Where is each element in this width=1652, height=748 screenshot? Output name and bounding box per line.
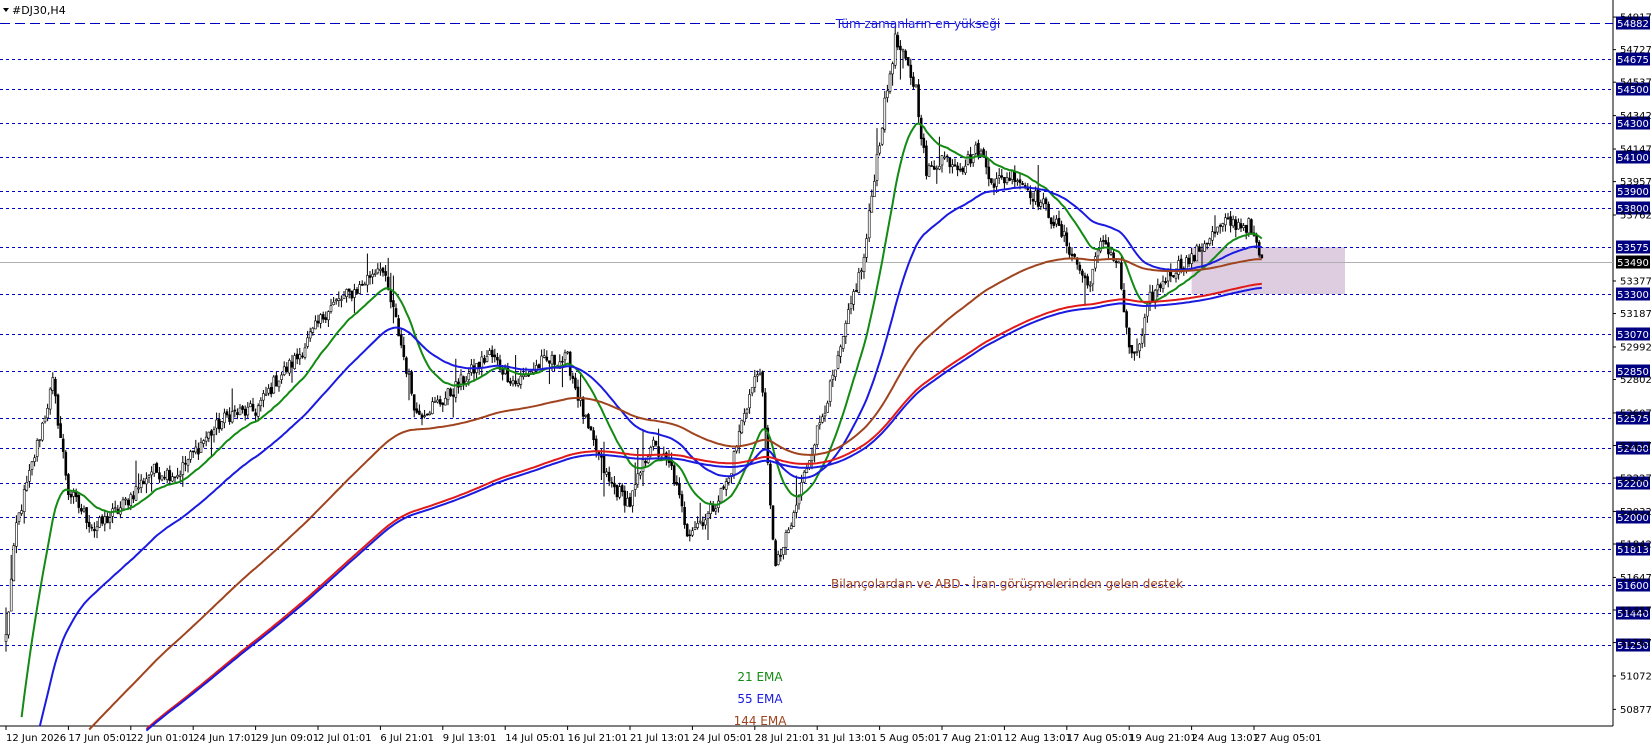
chart-background — [0, 0, 1652, 748]
ema144-label: 144 EMA — [734, 714, 788, 728]
x-tick-label: 21 Jul 13:01 — [630, 733, 690, 744]
x-tick-label: 2 Jul 01:01 — [318, 733, 372, 744]
ath-annotation: Tüm zamanların en yükseği — [835, 17, 1001, 31]
x-tick-label: 24 Jul 05:01 — [692, 733, 752, 744]
y-tick-label: 51842 — [1620, 540, 1652, 551]
support-annotation: Bilançolardan ve ABD - İran görüşmelerin… — [831, 576, 1183, 591]
y-tick-label: 51457 — [1620, 605, 1652, 616]
x-tick-label: 5 Aug 05:01 — [880, 733, 941, 744]
x-tick-label: 9 Jul 13:01 — [443, 733, 497, 744]
x-tick-label: 17 Aug 05:01 — [1067, 733, 1134, 744]
candle — [410, 369, 413, 396]
y-tick-label: 51267 — [1620, 638, 1652, 649]
y-tick-label: 51072 — [1620, 671, 1652, 682]
candle — [1192, 254, 1196, 263]
support-zone-layer — [1191, 247, 1345, 295]
y-tick-label: 53187 — [1620, 309, 1652, 320]
symbol-title: #DJ30,H4 — [12, 4, 66, 17]
candle — [917, 79, 920, 124]
candle — [719, 487, 723, 504]
candle — [449, 387, 452, 397]
candle — [589, 425, 593, 431]
y-tick-label: 52227 — [1620, 474, 1652, 485]
candle — [272, 375, 276, 394]
y-tick-label: 51647 — [1620, 573, 1652, 584]
y-tick-label: 52032 — [1620, 507, 1652, 518]
candle — [41, 421, 44, 442]
candle — [802, 470, 806, 484]
y-tick-label: 54917 — [1620, 13, 1652, 24]
candle — [815, 425, 819, 448]
candle — [1195, 243, 1199, 262]
y-tick-label: 52417 — [1620, 441, 1652, 452]
candle — [7, 611, 10, 639]
symbol-header[interactable]: #DJ30,H4 — [3, 4, 66, 17]
candle — [1257, 239, 1261, 258]
level-price-label: 54675 — [1617, 55, 1649, 66]
x-tick-label: 31 Jul 13:01 — [817, 733, 877, 744]
candle — [1260, 254, 1264, 259]
candle — [1047, 201, 1050, 219]
candle — [56, 393, 60, 429]
y-tick-label: 54147 — [1620, 145, 1652, 156]
candle — [672, 462, 676, 487]
x-tick-label: 29 Jun 09:01 — [256, 733, 320, 744]
candle — [587, 412, 590, 430]
x-tick-label: 27 Aug 05:01 — [1254, 733, 1321, 744]
y-tick-label: 52607 — [1620, 408, 1652, 419]
y-tick-label: 52802 — [1620, 375, 1652, 386]
x-tick-label: 16 Jul 21:01 — [568, 733, 628, 744]
ema55-label: 55 EMA — [737, 692, 783, 706]
x-tick-label: 28 Jul 21:01 — [755, 733, 815, 744]
current-price-label: 53490 — [1617, 258, 1649, 269]
y-tick-label: 54342 — [1620, 111, 1652, 122]
x-tick-label: 12 Aug 13:01 — [1004, 733, 1071, 744]
support-zone-box — [1191, 247, 1345, 295]
y-tick-label: 53377 — [1620, 276, 1652, 287]
candle — [774, 538, 777, 567]
candle — [906, 57, 910, 67]
candle — [888, 70, 892, 94]
x-tick-label: 6 Jul 21:01 — [380, 733, 434, 744]
price-chart[interactable]: 5488254675545005430054100539005380053575… — [0, 0, 1652, 748]
x-tick-label: 14 Jul 05:01 — [505, 733, 565, 744]
candle — [771, 505, 775, 541]
y-tick-label: 53762 — [1620, 211, 1652, 222]
y-tick-label: 54537 — [1620, 78, 1652, 89]
y-tick-label: 54727 — [1620, 45, 1652, 56]
candle — [12, 542, 16, 582]
candle — [792, 510, 796, 527]
x-tick-label: 7 Aug 21:01 — [942, 733, 1003, 744]
candle — [685, 523, 689, 538]
y-tick-label: 52992 — [1620, 342, 1652, 353]
x-tick-label: 24 Jun 17:01 — [193, 733, 257, 744]
level-price-label: 53300 — [1617, 290, 1649, 301]
ema21-label: 21 EMA — [737, 670, 783, 684]
x-tick-label: 17 Jun 05:01 — [68, 733, 132, 744]
candle — [98, 515, 101, 528]
level-price-label: 53070 — [1617, 330, 1649, 341]
level-price-label: 53900 — [1617, 187, 1649, 198]
y-tick-label: 53957 — [1620, 177, 1652, 188]
candle — [740, 419, 744, 435]
candle — [1250, 218, 1253, 234]
x-tick-label: 12 Jun 2026 — [6, 733, 66, 744]
candle — [155, 461, 159, 474]
candle — [769, 459, 772, 510]
y-tick-label: 50877 — [1620, 705, 1652, 716]
x-tick-label: 24 Aug 13:01 — [1192, 733, 1259, 744]
level-price-label: 53575 — [1617, 243, 1649, 254]
x-tick-label: 19 Aug 21:01 — [1129, 733, 1196, 744]
candle — [925, 140, 928, 180]
x-tick-label: 22 Jun 01:01 — [131, 733, 195, 744]
candle — [880, 127, 884, 146]
